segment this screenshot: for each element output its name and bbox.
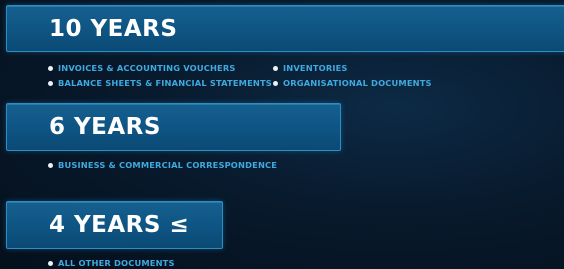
list-item: ORGANISATIONAL DOCUMENTS [273,78,432,88]
retention-title-6-years: 6 YEARS [49,114,161,140]
list-item-label: INVENTORIES [283,63,348,73]
retention-title-10-years: 10 YEARS [49,15,178,42]
retention-bar-10-years: 10 YEARS [6,5,564,52]
bullet-icon [48,65,53,71]
list-item: BUSINESS & COMMERCIAL CORRESPONDENCE [48,160,277,170]
retention-list-6-years: BUSINESS & COMMERCIAL CORRESPONDENCE [48,160,277,170]
list-item: ALL OTHER DOCUMENTS [48,258,273,268]
retention-title-4-years: 4 YEARS ≤ [49,212,190,238]
list-item: INVOICES & ACCOUNTING VOUCHERS [48,63,273,73]
bullet-icon [273,65,278,71]
list-item-label: ORGANISATIONAL DOCUMENTS [283,78,432,88]
bullet-icon [48,162,53,168]
retention-bar-6-years: 6 YEARS [6,103,341,151]
list-item: BALANCE SHEETS & FINANCIAL STATEMENTS [48,78,273,88]
retention-bar-4-years: 4 YEARS ≤ [6,201,223,249]
retention-list-4-years: ALL OTHER DOCUMENTS [48,258,273,268]
list-item: INVENTORIES [273,63,432,73]
list-item-label: BUSINESS & COMMERCIAL CORRESPONDENCE [58,160,278,170]
bullet-icon [273,80,278,86]
retention-list-10-years: INVOICES & ACCOUNTING VOUCHERS INVENTORI… [48,63,432,88]
bullet-icon [48,80,53,86]
list-item-label: BALANCE SHEETS & FINANCIAL STATEMENTS [58,78,272,88]
bullet-icon [48,260,53,266]
list-item-label: INVOICES & ACCOUNTING VOUCHERS [58,63,236,73]
list-item-label: ALL OTHER DOCUMENTS [58,258,175,268]
